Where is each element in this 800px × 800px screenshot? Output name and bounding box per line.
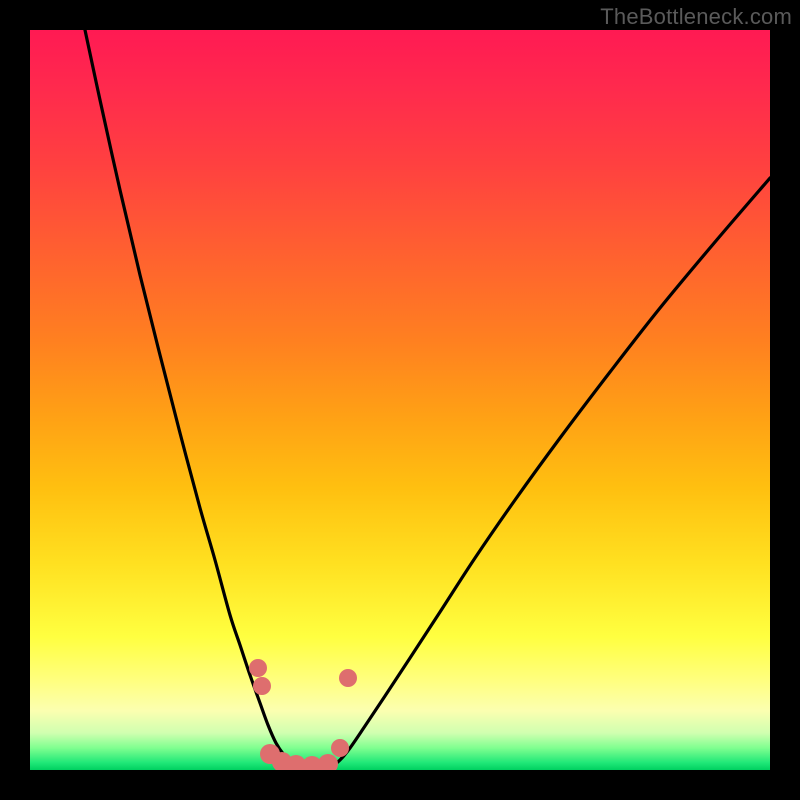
chart-frame — [30, 30, 770, 770]
chart-svg — [30, 30, 770, 770]
curve-right-curve — [330, 178, 770, 768]
watermark-text: TheBottleneck.com — [600, 4, 792, 30]
curve-left-curve — [85, 30, 300, 768]
data-marker — [249, 659, 267, 677]
data-marker — [339, 669, 357, 687]
data-marker — [331, 739, 349, 757]
curve-group — [85, 30, 770, 768]
data-marker — [253, 677, 271, 695]
data-marker — [318, 754, 338, 770]
